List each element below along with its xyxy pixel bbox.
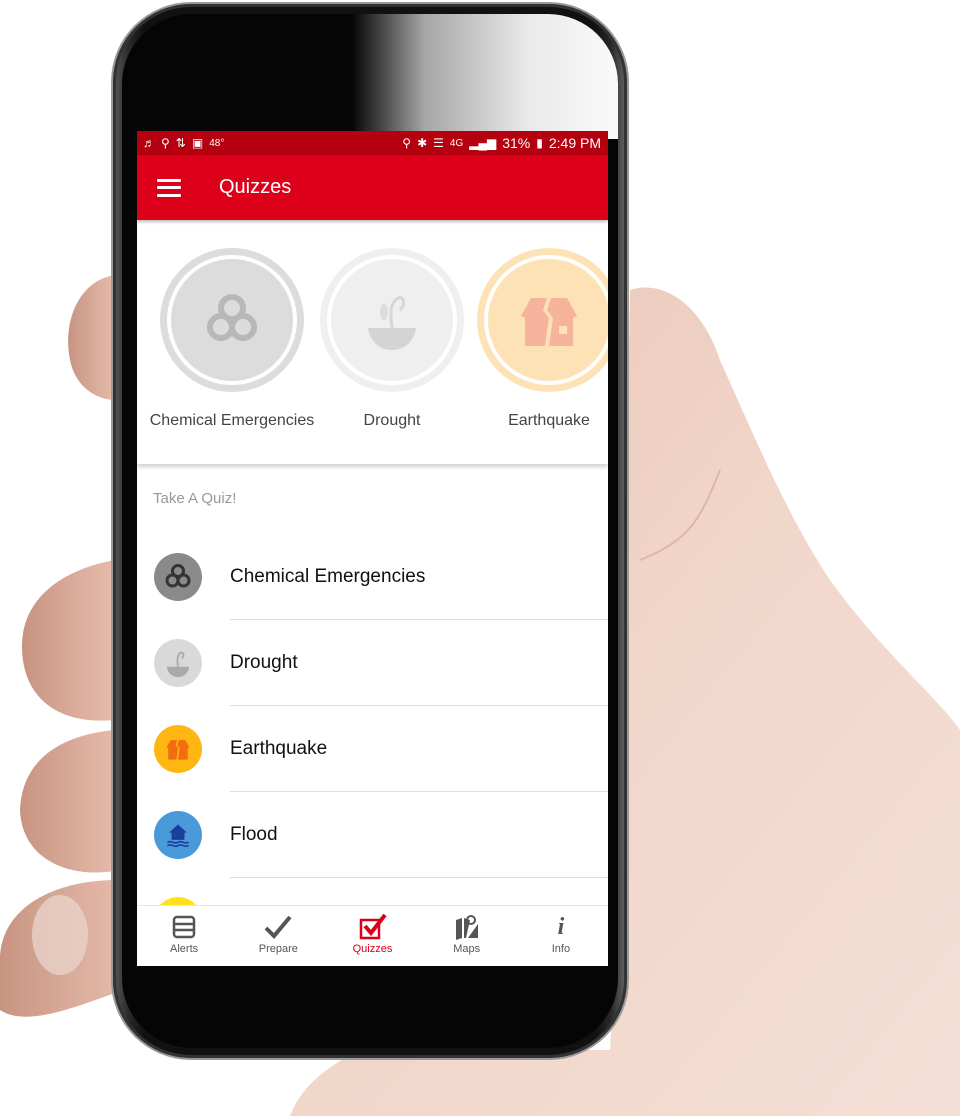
biohazard-icon: [207, 294, 257, 341]
nav-label: Quizzes: [352, 943, 393, 955]
music-icon: ♬: [143, 136, 155, 150]
maps-notification-icon: ⚲: [161, 136, 170, 150]
map-pin-icon: [454, 914, 480, 940]
finger-top: [68, 275, 115, 400]
badge-label: Drought: [363, 412, 421, 429]
nav-label: Maps: [453, 943, 481, 955]
cracked-house-icon: [154, 725, 202, 773]
fingernail: [32, 895, 88, 975]
nav-quizzes[interactable]: Quizzes: [325, 906, 419, 966]
status-bar: ♬ ⚲ ⇅ ▣ 48° ⚲ ✱ ☰ 4G ▂▄▆ 31% ▮ 2:49 PM: [137, 131, 608, 155]
checkbox-checked-icon: [359, 914, 387, 940]
quiz-item-label: Flood: [230, 824, 278, 845]
wilted-plant-icon: [368, 296, 416, 350]
quiz-item-flood[interactable]: Flood: [137, 792, 608, 878]
badge-label: Chemical Emergencies: [149, 412, 315, 429]
location-icon: ⚲: [402, 136, 412, 150]
cracked-house-icon: [521, 298, 577, 346]
flooded-house-icon: [154, 811, 202, 859]
clock: 2:49 PM: [548, 135, 601, 151]
badge-carousel[interactable]: Chemical Emergencies Drought Earthquake: [137, 220, 608, 464]
vibrate-mute-icon: ☰: [433, 136, 444, 150]
badge-drought[interactable]: Drought: [320, 248, 464, 430]
nav-label: Alerts: [170, 943, 199, 955]
quiz-item-chemical-emergencies[interactable]: Chemical Emergencies: [137, 534, 608, 620]
temperature: 48°: [209, 137, 225, 149]
app-screen: ♬ ⚲ ⇅ ▣ 48° ⚲ ✱ ☰ 4G ▂▄▆ 31% ▮ 2:49 PM Q…: [137, 131, 608, 966]
battery-percent: 31%: [502, 135, 531, 151]
info-icon: i: [557, 913, 565, 940]
quiz-item-label: Drought: [230, 652, 298, 673]
biohazard-icon: [154, 553, 202, 601]
checkmark-icon: [264, 914, 292, 940]
signal-icon: ▂▄▆: [469, 136, 497, 150]
wilted-plant-icon: [154, 639, 202, 687]
badge-chemical-emergencies[interactable]: Chemical Emergencies: [150, 248, 314, 430]
finger-2: [21, 560, 115, 721]
quiz-item-label: Earthquake: [230, 738, 328, 759]
finger-4: [0, 880, 125, 1017]
finger-3: [20, 730, 120, 873]
quiz-item-drought[interactable]: Drought: [137, 620, 608, 706]
nav-label: Prepare: [258, 943, 298, 955]
nav-label: Info: [551, 943, 571, 955]
nav-prepare[interactable]: Prepare: [231, 906, 325, 966]
list-icon: [172, 914, 196, 940]
bottom-nav: Alerts Prepare Quizzes Maps i Info: [137, 905, 608, 966]
bluetooth-icon: ✱: [417, 136, 428, 150]
nav-info[interactable]: i Info: [514, 906, 608, 966]
app-bar: Quizzes: [137, 155, 608, 220]
sync-icon: ⇅: [175, 136, 186, 150]
battery-icon: ▮: [536, 136, 543, 150]
quiz-item-label: Chemical Emergencies: [230, 566, 426, 587]
quiz-item-earthquake[interactable]: Earthquake: [137, 706, 608, 792]
hamburger-menu-icon[interactable]: [157, 178, 181, 197]
quiz-list-section: Take A Quiz! Chemical Emergencies Drough…: [137, 464, 608, 964]
nav-maps[interactable]: Maps: [420, 906, 514, 966]
badge-earthquake[interactable]: Earthquake: [477, 248, 608, 430]
screen-glare: [352, 14, 618, 139]
badge-label: Earthquake: [508, 412, 590, 429]
image-icon: ▣: [191, 136, 204, 150]
lte-4g-icon: 4G: [449, 137, 464, 149]
page-title: Quizzes: [219, 176, 292, 198]
nav-alerts[interactable]: Alerts: [137, 906, 231, 966]
section-title: Take A Quiz!: [153, 490, 237, 507]
